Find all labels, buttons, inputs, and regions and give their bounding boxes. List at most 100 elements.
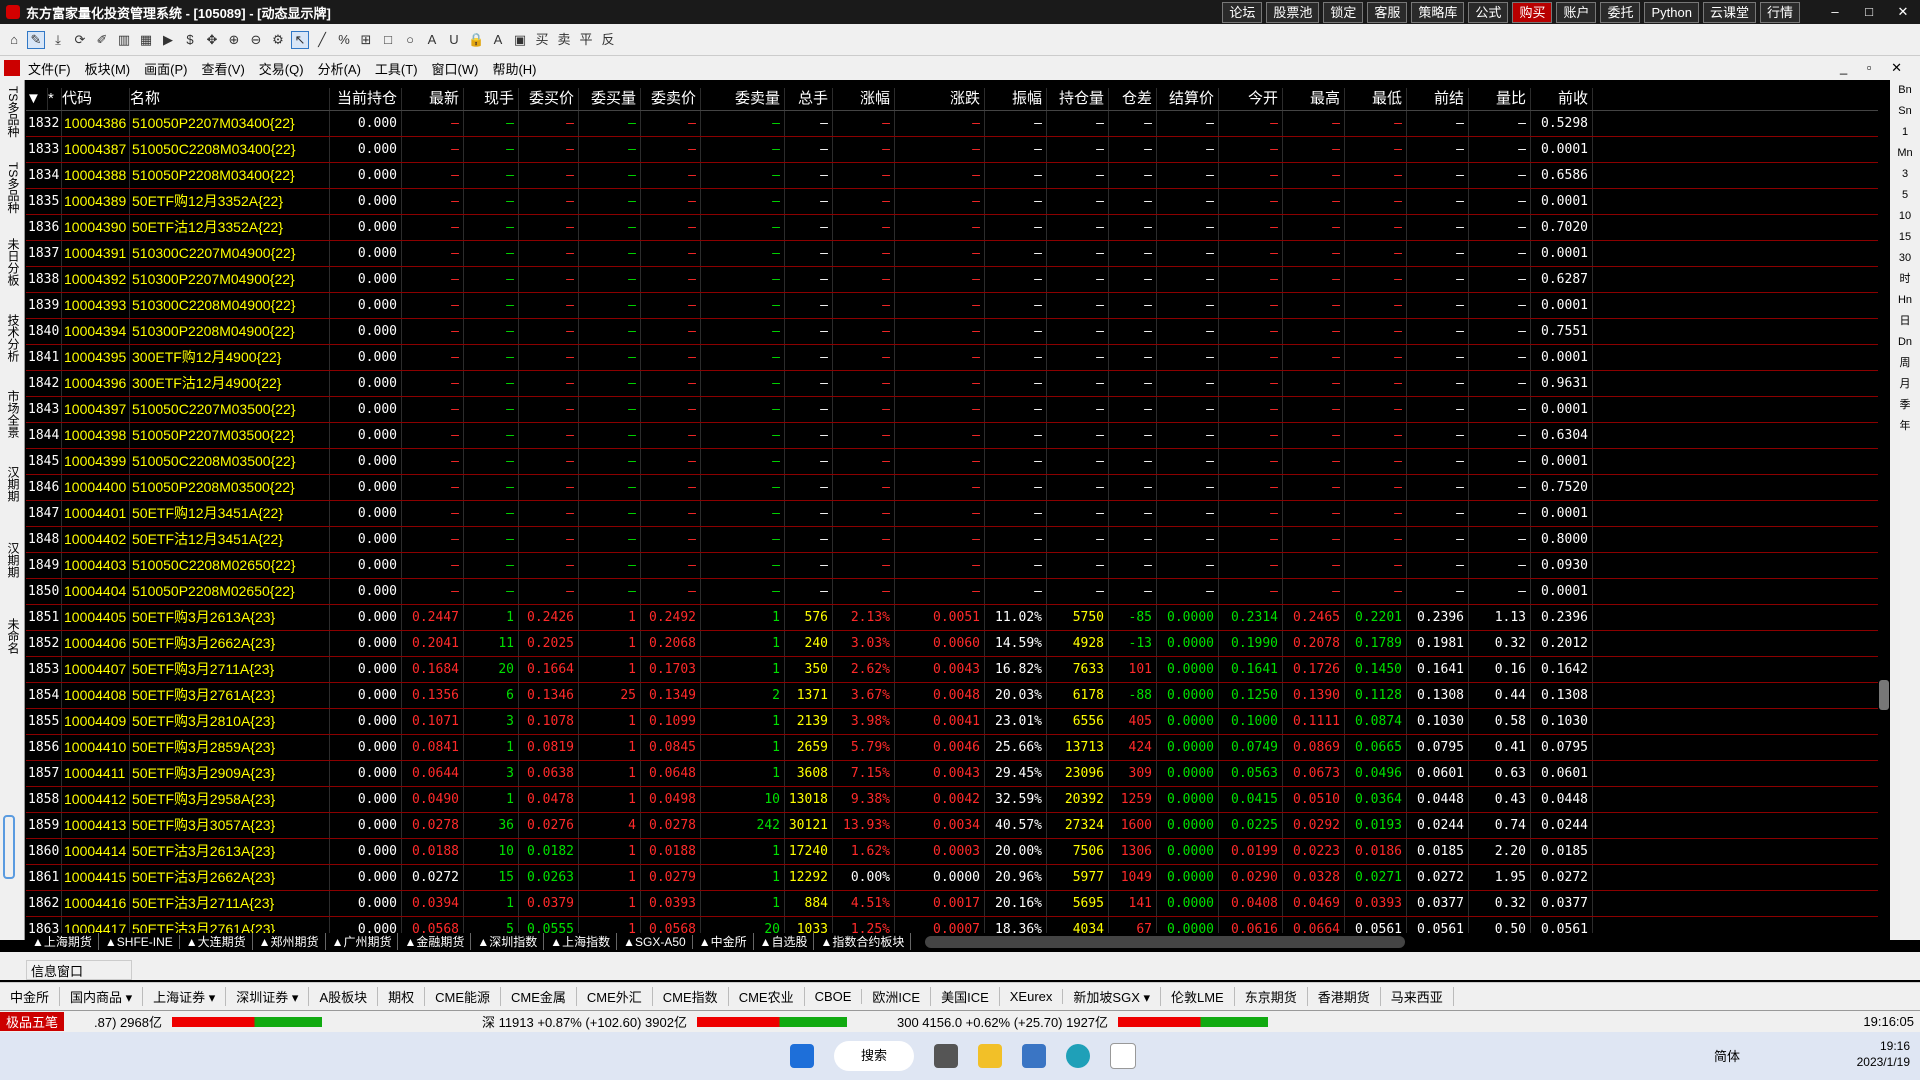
table-row[interactable]: 1855 10004409 50ETF购3月2810A{23} 0.000 0.1071…	[26, 709, 1878, 735]
column-header[interactable]: 量比	[1469, 88, 1531, 110]
column-header[interactable]: 代码	[62, 88, 130, 110]
market-tab[interactable]: ▲上海指数	[544, 933, 618, 950]
table-row[interactable]: 1848 10004402 50ETF沽12月3451A{22} 0.000— — — — —…	[26, 527, 1878, 553]
zoom-out-icon[interactable]: ⊖	[248, 32, 264, 48]
market-tab[interactable]: ▲指数合约板块	[814, 933, 912, 950]
table-row[interactable]: 1846 10004400 510050P2208M03500{22} 0.000— —…	[26, 475, 1878, 501]
play-icon[interactable]: ▶	[160, 32, 176, 48]
table-row[interactable]: 1838 10004392 510300P2207M04900{22} 0.000— —…	[26, 267, 1878, 293]
table-row[interactable]: 1847 10004401 50ETF购12月3451A{22} 0.000— — — — —…	[26, 501, 1878, 527]
table-row[interactable]: 1832 10004386 510050P2207M03400{22} 0.000— —…	[26, 111, 1878, 137]
column-header[interactable]: 现手	[464, 88, 519, 110]
table-row[interactable]: 1839 10004393 510300C2208M04900{22} 0.000— —…	[26, 293, 1878, 319]
period-button[interactable]: Hn	[1890, 290, 1920, 311]
table-row[interactable]: 1842 10004396 300ETF沽12月4900{22} 0.000— — — — —…	[26, 371, 1878, 397]
magnet-icon[interactable]: U	[446, 32, 462, 48]
sell-icon[interactable]: 卖	[556, 32, 572, 48]
left-tab[interactable]: TS多品种	[5, 162, 22, 232]
column-header[interactable]: 最低	[1345, 88, 1407, 110]
download-icon[interactable]: ⤓	[50, 32, 66, 48]
column-header[interactable]: 委卖量	[701, 88, 785, 110]
market-button[interactable]: XEurex	[1000, 989, 1064, 1004]
scroll-thumb[interactable]	[1879, 680, 1889, 710]
period-button[interactable]: 周	[1890, 353, 1920, 374]
column-header[interactable]: 最高	[1283, 88, 1345, 110]
minimize-icon[interactable]: –	[1818, 0, 1852, 24]
column-header[interactable]: 委买量	[579, 88, 641, 110]
color-icon[interactable]: A	[490, 32, 506, 48]
column-header[interactable]: 前结	[1407, 88, 1469, 110]
clock[interactable]: 19:16 2023/1/19	[1857, 1038, 1910, 1070]
left-tab[interactable]: 汉期期	[5, 466, 22, 536]
table-row[interactable]: 1835 10004389 50ETF购12月3352A{22} 0.000— — — — —…	[26, 189, 1878, 215]
menu-item[interactable]: 板块(M)	[85, 59, 131, 78]
table-row[interactable]: 1862 10004416 50ETF沽3月2711A{23} 0.000 0.0394…	[26, 891, 1878, 917]
table-row[interactable]: 1852 10004406 50ETF购3月2662A{23} 0.000 0.2041…	[26, 631, 1878, 657]
table-row[interactable]: 1861 10004415 50ETF沽3月2662A{23} 0.000 0.0272…	[26, 865, 1878, 891]
table-row[interactable]: 1853 10004407 50ETF购3月2711A{23} 0.000 0.1684…	[26, 657, 1878, 683]
top-button[interactable]: 云课堂	[1702, 2, 1756, 23]
column-header[interactable]: 委买价	[519, 88, 579, 110]
left-tab[interactable]: 未日分板	[5, 238, 22, 308]
table-row[interactable]: 1856 10004410 50ETF购3月2859A{23} 0.000 0.0841…	[26, 735, 1878, 761]
table-row[interactable]: 1844 10004398 510050P2207M03500{22} 0.000— —…	[26, 423, 1878, 449]
market-button[interactable]: CME农业	[729, 987, 805, 1006]
table-row[interactable]: 1833 10004387 510050C2208M03400{22} 0.000— —…	[26, 137, 1878, 163]
period-button[interactable]: 10	[1890, 206, 1920, 227]
market-tab[interactable]: ▲SHFE-INE	[99, 934, 180, 949]
column-header[interactable]: *	[48, 88, 62, 110]
pencil-icon[interactable]: ✎	[27, 30, 45, 49]
folder-icon[interactable]	[978, 1044, 1002, 1068]
column-header[interactable]: 结算价	[1157, 88, 1219, 110]
menu-item[interactable]: 分析(A)	[318, 59, 361, 78]
column-header[interactable]: 名称	[130, 88, 330, 110]
table-row[interactable]: 1843 10004397 510050C2207M03500{22} 0.000— —…	[26, 397, 1878, 423]
store-icon[interactable]	[1022, 1044, 1046, 1068]
table-row[interactable]: 1845 10004399 510050C2208M03500{22} 0.000— —…	[26, 449, 1878, 475]
table-row[interactable]: 1859 10004413 50ETF购3月3057A{23} 0.000 0.0278…	[26, 813, 1878, 839]
top-button[interactable]: 公式	[1468, 2, 1509, 23]
left-scroll-thumb[interactable]	[3, 815, 15, 879]
refresh-icon[interactable]: ⟳	[72, 32, 88, 48]
left-tab[interactable]: 市场全景	[5, 390, 22, 460]
table-row[interactable]: 1863 10004417 50ETF沽3月2761A{23} 0.000 0.0568…	[26, 917, 1878, 933]
market-button[interactable]: CME能源	[425, 987, 502, 1006]
market-tab[interactable]: ▲金融期货	[398, 933, 472, 950]
market-button[interactable]: CME指数	[653, 987, 729, 1006]
period-button[interactable]: 月	[1890, 374, 1920, 395]
gear-icon[interactable]: ⚙	[270, 32, 286, 48]
market-tab[interactable]: ▲郑州期货	[253, 933, 326, 950]
table-row[interactable]: 1841 10004395 300ETF购12月4900{22} 0.000— — — — —…	[26, 345, 1878, 371]
table-row[interactable]: 1840 10004394 510300P2208M04900{22} 0.000— —…	[26, 319, 1878, 345]
market-tab[interactable]: ▲中金所	[693, 933, 754, 950]
column-header[interactable]: 总手	[785, 88, 833, 110]
table-row[interactable]: 1854 10004408 50ETF购3月2761A{23} 0.000 0.1356…	[26, 683, 1878, 709]
top-button[interactable]: 论坛	[1222, 2, 1263, 23]
mdi-controls[interactable]: _ ▫ ✕	[1840, 60, 1910, 76]
column-header[interactable]: 振幅	[985, 88, 1047, 110]
period-button[interactable]: Dn	[1890, 332, 1920, 353]
top-button[interactable]: 客服	[1367, 2, 1408, 23]
market-button[interactable]: 深圳证券 ▾	[226, 987, 310, 1006]
table-row[interactable]: 1860 10004414 50ETF沽3月2613A{23} 0.000 0.0188…	[26, 839, 1878, 865]
horizontal-scrollbar[interactable]	[925, 935, 1406, 948]
menu-item[interactable]: 窗口(W)	[432, 59, 479, 78]
market-button[interactable]: 马来西亚	[1381, 987, 1454, 1006]
table-row[interactable]: 1837 10004391 510300C2207M04900{22} 0.000— —…	[26, 241, 1878, 267]
market-button[interactable]: 美国ICE	[931, 987, 1000, 1006]
market-tab[interactable]: ▲上海期货	[26, 933, 99, 950]
ime-indicator[interactable]: 简体	[1714, 1046, 1740, 1065]
period-button[interactable]: 年	[1890, 416, 1920, 437]
market-tab[interactable]: ▲大连期货	[180, 933, 253, 950]
top-button[interactable]: 委托	[1600, 2, 1641, 23]
line-icon[interactable]: ╱	[314, 32, 330, 48]
column-header[interactable]: 持仓量	[1047, 88, 1109, 110]
save-icon[interactable]: ▣	[512, 32, 528, 48]
top-button[interactable]: 账户	[1556, 2, 1597, 23]
table-row[interactable]: 1850 10004404 510050P2208M02650{22} 0.000— —…	[26, 579, 1878, 605]
market-button[interactable]: CME金属	[501, 987, 577, 1006]
market-button[interactable]: CBOE	[805, 989, 863, 1004]
market-button[interactable]: 上海证券 ▾	[143, 987, 227, 1006]
market-button[interactable]: 伦敦LME	[1161, 987, 1235, 1006]
dollar-icon[interactable]: $	[182, 32, 198, 48]
